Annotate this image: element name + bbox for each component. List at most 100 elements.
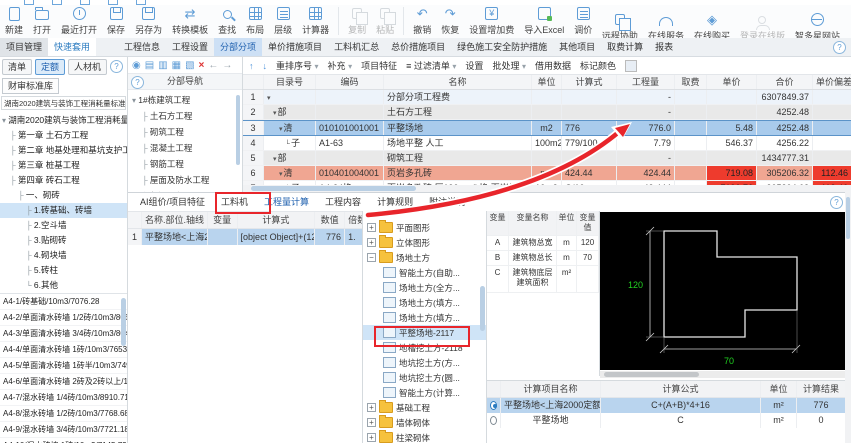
tab-project-settings[interactable]: 工程设置 [166,38,214,56]
col-header[interactable]: 合价 [757,75,813,89]
recent-open-button[interactable]: 最近打开 [56,5,102,36]
variable-row[interactable]: C 建筑物底层建筑面积 m² [487,266,599,293]
list-item[interactable]: A4-8/混水砖墙 1/2砖/10m3/7768.68 [0,406,127,422]
tree-section[interactable]: ├ 一、砌砖 [0,188,127,203]
shape-folder[interactable]: +基础工程 [363,400,486,415]
shape-folder[interactable]: −场地土方 [363,250,486,265]
shape-leaf[interactable]: 地坑挖土方(方... [363,355,486,370]
filter-view-icon[interactable]: ▧ [185,60,194,71]
radio-selected-icon[interactable] [490,401,497,410]
table-row[interactable]: 1 ▾ 分部分项工程费 - 6307849.37 [243,90,851,105]
shape-leaf[interactable]: 地坑挖土方(圆... [363,370,486,385]
tab-notes[interactable]: 附注说明 [423,193,471,211]
tab-resource-summary[interactable]: 工料机汇总 [328,38,385,56]
settings-button[interactable]: 设置 [465,59,483,72]
color-swatch[interactable] [625,60,637,72]
mark-color-button[interactable]: 标记颜色 [580,59,616,72]
help-icon[interactable]: ? [110,60,123,73]
variable-row[interactable]: A 建筑物总宽 m 120 [487,236,599,251]
tab-divisional-items[interactable]: 分部分项 [214,38,262,56]
col-header[interactable]: 单价 [707,75,757,89]
expand-icon[interactable]: + [367,238,376,247]
tree-item[interactable]: ├ 5.砖柱 [0,263,127,278]
tab-resources[interactable]: 工料机 [215,193,254,211]
adjust-price-button[interactable]: 调价 [569,5,597,36]
tree-item[interactable]: └ 6.其他 [0,278,127,291]
canvas-horizontal-scrollbar[interactable] [600,371,845,378]
list-item[interactable]: A4-10/混水砖墙 1砖/10m3/7145.72 [0,438,127,443]
list-item[interactable]: A4-3/单面清水砖墙 3/4砖/10m3/804 [0,326,127,342]
list-scrollbar[interactable] [121,298,126,346]
back-icon[interactable]: ← [208,60,218,71]
visibility-icon[interactable]: ◉ [132,60,141,71]
help-icon[interactable]: ? [131,76,144,89]
calculator-button[interactable]: 计算器 [297,5,334,36]
tab-calc-rules[interactable]: 计算规则 [371,193,419,211]
calc-row-selected[interactable]: 1 平整场地<上海20... [object Object]+(120[建...… [128,229,362,245]
redo-button[interactable]: ↷恢复 [436,5,464,36]
shape-leaf-selected[interactable]: 平整场地-2117 [363,325,486,340]
tab-work-content[interactable]: 工程内容 [319,193,367,211]
help-icon[interactable]: ? [830,196,843,209]
shape-folder[interactable]: +平面图形 [363,220,486,235]
save-as-button[interactable]: 另存为 [130,5,167,36]
list-item[interactable]: A4-4/单面清水砖墙 1砖/10m3/7653.2 [0,342,127,358]
tab-project-info[interactable]: 工程信息 [118,38,166,56]
table-row[interactable]: 2 ▾部 土石方工程 - 4252.48 [243,105,851,120]
tab-quantity-calc[interactable]: 工程量计算 [258,193,315,211]
shape-folder[interactable]: +柱梁砌体 [363,430,486,443]
mode-button-quota[interactable]: 定额 [35,59,65,75]
set-surcharge-button[interactable]: 设置增加费 [464,5,519,36]
shape-leaf[interactable]: 场地土方(填方... [363,310,486,325]
division-item[interactable]: ├ 屋面及防水工程 [128,172,242,188]
copy-button[interactable]: 复制 [343,5,371,36]
tab-unit-price-measures[interactable]: 单价措施项目 [262,38,328,56]
cad-canvas[interactable]: 120 70 [600,212,845,370]
shape-folder[interactable]: +立体图形 [363,235,486,250]
paste-button[interactable]: 粘贴 [371,5,399,36]
shape-leaf[interactable]: 智能土方(计算... [363,385,486,400]
expand-all-icon[interactable]: ▤ [145,60,154,71]
layout-button[interactable]: 布局 [241,5,269,36]
find-button[interactable]: 查找 [213,5,241,36]
tree-item-selected[interactable]: ├ 1.砖基础、砖墙 [0,203,127,218]
tree-chapter[interactable]: ├ 第一章 土石方工程 [0,128,127,143]
division-item[interactable]: ├ 砌筑工程 [128,124,242,140]
division-scrollbar[interactable] [236,95,240,165]
col-header[interactable]: 单价偏差率 [813,75,851,89]
radio-icon[interactable] [490,416,497,425]
col-header[interactable]: 名称 [384,75,532,89]
list-view-icon[interactable]: ▦ [172,60,181,71]
delete-icon[interactable]: × [199,60,205,71]
tab-quick-apply[interactable]: 快速套用 [48,38,96,56]
division-item[interactable]: ├ 土石方工程 [128,108,242,124]
expand-icon[interactable]: + [367,418,376,427]
reorder-button[interactable]: 重排序号 ▾ [276,59,319,72]
standard-select[interactable]: 湖南2020建筑与装饰工程消耗量标准⌄ [1,96,126,110]
col-header[interactable]: 单位 [532,75,562,89]
shape-leaf[interactable]: 场地土方(全方... [363,280,486,295]
collapse-icon[interactable]: − [367,253,376,262]
convert-template-button[interactable]: ⇄转换模板 [167,5,213,36]
col-header[interactable]: 目录号 [264,75,316,89]
expand-icon[interactable]: + [367,403,376,412]
list-item[interactable]: A4-1/砖基础/10m3/7076.28 [0,294,127,310]
levels-button[interactable]: 层级 [269,5,297,36]
col-header[interactable]: 编码 [316,75,384,89]
table-row-warning[interactable]: 6 ▾清 010401004001 页岩多孔砖 m3 424.44 424.44… [243,166,851,181]
move-down-icon[interactable]: ↓ [263,61,268,71]
expand-icon[interactable]: + [367,433,376,442]
variable-row[interactable]: B 建筑物总长 m 70 [487,251,599,266]
col-header[interactable]: 取费 [675,75,707,89]
result-row-selected[interactable]: 平整场地<上海2000定额> C+(A+B)*4+16 m² 776 [487,398,845,413]
mode-button-resources[interactable]: 人材机 [68,59,107,75]
shape-folder[interactable]: +墙体砌体 [363,415,486,430]
supplement-button[interactable]: 补充 ▾ [328,59,353,72]
tab-fee-calculation[interactable]: 取费计算 [601,38,649,56]
result-row[interactable]: 平整场地 C m² 0 [487,413,845,428]
tab-project-management[interactable]: 项目管理 [0,38,48,56]
tree-item[interactable]: ├ 2.空斗墙 [0,218,127,233]
tree-chapter[interactable]: ├ 第三章 桩基工程 [0,158,127,173]
save-button[interactable]: 保存 [102,5,130,36]
list-item[interactable]: A4-5/单面清水砖墙 1砖半/10m3/749 [0,358,127,374]
